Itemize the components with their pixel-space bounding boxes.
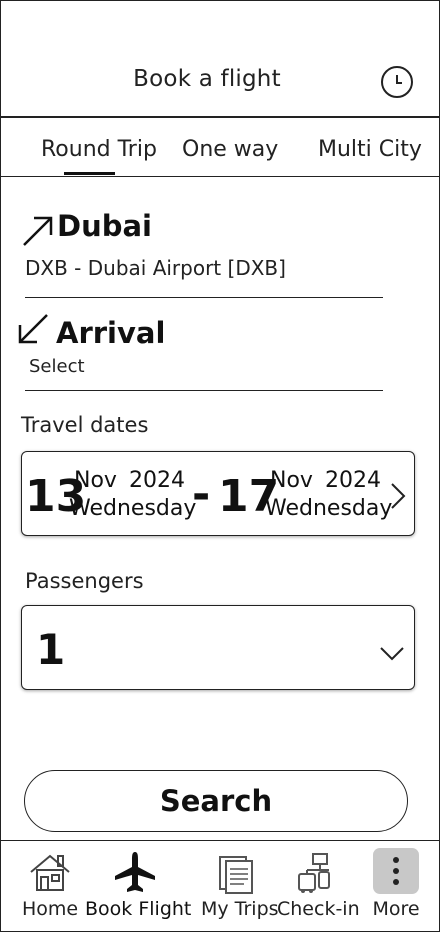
active-tab-indicator	[64, 172, 115, 175]
nav-my-trips-label: My Trips	[201, 898, 279, 920]
header-divider	[0, 116, 440, 118]
destination-title[interactable]: Arrival	[56, 316, 165, 350]
chevron-down-icon	[380, 647, 404, 661]
origin-underline	[25, 297, 383, 298]
end-month: Nov	[270, 468, 313, 493]
travel-dates-label: Travel dates	[21, 413, 149, 437]
origin-city[interactable]: Dubai	[57, 209, 152, 243]
passengers-select[interactable]: 1	[21, 605, 415, 690]
nav-check-in-label: Check-in	[277, 898, 360, 920]
date-separator: -	[192, 469, 211, 520]
nav-book-flight[interactable]: Book Flight	[85, 842, 192, 930]
tab-round-trip[interactable]: Round Trip	[41, 137, 157, 162]
luggage-icon	[298, 853, 330, 893]
destination-underline	[25, 390, 383, 391]
tab-one-way[interactable]: One way	[182, 137, 278, 162]
airplane-icon	[115, 852, 155, 892]
passengers-value: 1	[36, 625, 66, 674]
start-weekday: Wednesday	[69, 496, 197, 521]
nav-home[interactable]: Home	[18, 842, 82, 930]
page-title: Book a flight	[133, 66, 281, 92]
departure-arrow-icon	[23, 216, 53, 246]
destination-placeholder[interactable]: Select	[29, 356, 85, 377]
origin-airport[interactable]: DXB - Dubai Airport [DXB]	[25, 256, 286, 280]
more-icon	[373, 848, 419, 894]
search-button[interactable]: Search	[24, 770, 408, 832]
tab-multi-city[interactable]: Multi City	[318, 137, 422, 162]
nav-check-in[interactable]: Check-in	[277, 842, 360, 930]
travel-dates-selector[interactable]: 13 Nov 2024 Wednesday - 17 Nov 2024 Wedn…	[21, 451, 415, 536]
nav-more-label: More	[372, 898, 420, 920]
chevron-right-icon	[391, 483, 406, 509]
start-month: Nov	[74, 468, 117, 493]
tabs-divider	[0, 176, 440, 177]
home-icon	[30, 854, 70, 891]
nav-home-label: Home	[21, 898, 79, 920]
passengers-label: Passengers	[25, 569, 144, 593]
bottom-nav-divider	[0, 840, 440, 841]
nav-my-trips[interactable]: My Trips	[201, 842, 279, 930]
history-button[interactable]	[381, 66, 413, 98]
start-year: 2024	[129, 468, 185, 493]
end-year: 2024	[325, 468, 381, 493]
documents-icon	[219, 856, 253, 894]
end-weekday: Wednesday	[265, 496, 393, 521]
arrival-arrow-icon	[18, 314, 48, 344]
nav-more[interactable]: More	[364, 842, 428, 930]
history-icon	[396, 75, 402, 84]
nav-book-flight-label: Book Flight	[85, 898, 192, 920]
